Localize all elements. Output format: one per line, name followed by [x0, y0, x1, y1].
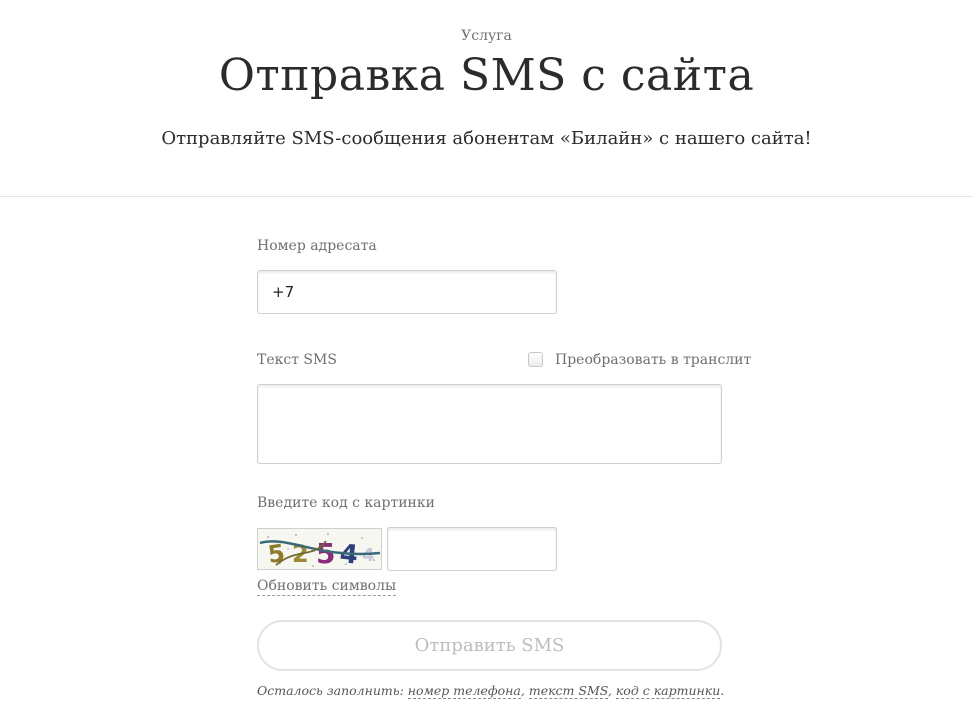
captcha-image: 5 2 5 4 4 [257, 528, 382, 570]
sms-text-label: Текст SMS [257, 352, 337, 368]
remaining-fields-note: Осталось заполнить: номер телефона, текс… [257, 683, 725, 699]
remaining-sep-2: , [607, 683, 612, 698]
refresh-captcha-link[interactable]: Обновить символы [257, 577, 397, 596]
remaining-sms-link[interactable]: текст SMS [528, 683, 608, 699]
sms-text-area[interactable] [257, 384, 722, 464]
remaining-prefix: Осталось заполнить: [257, 683, 404, 698]
remaining-sep-1: , [520, 683, 525, 698]
translit-checkbox[interactable] [528, 352, 543, 367]
remaining-end: . [720, 683, 725, 698]
remaining-phone-link[interactable]: номер телефона [407, 683, 521, 699]
captcha-input[interactable] [387, 527, 557, 571]
remaining-captcha-link[interactable]: код с картинки [615, 683, 721, 699]
phone-label: Номер адресата [257, 238, 377, 254]
captcha-label: Введите код с картинки [257, 495, 435, 511]
send-sms-button[interactable]: Отправить SMS [257, 620, 722, 671]
page-subtitle: Отправляйте SMS-сообщения абонентам «Бил… [161, 128, 812, 149]
captcha-graphic: 5 2 5 4 4 [259, 533, 381, 569]
service-eyebrow: Услуга [461, 28, 512, 44]
page-header: Услуга Отправка SMS с сайта Отправляйте … [0, 0, 973, 197]
page-title: Отправка SMS с сайта [218, 50, 755, 101]
svg-text:4: 4 [362, 545, 375, 566]
translit-label[interactable]: Преобразовать в транслит [555, 352, 751, 368]
phone-input[interactable]: +7 [257, 270, 557, 314]
